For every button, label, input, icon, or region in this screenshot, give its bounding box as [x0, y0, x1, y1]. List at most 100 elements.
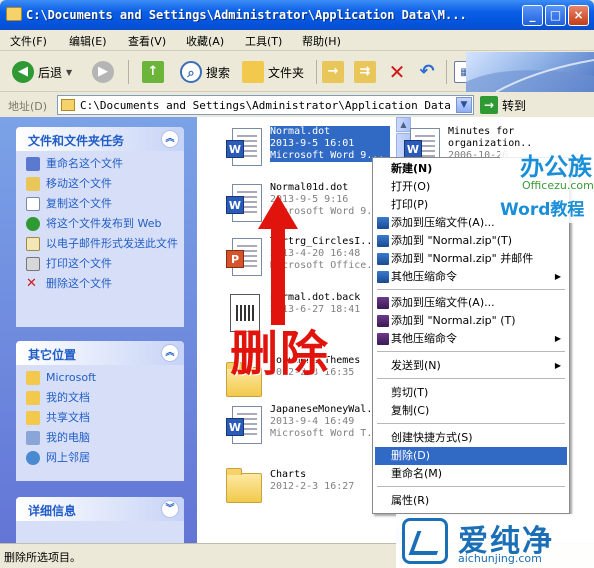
- address-label: 地址(D): [8, 100, 48, 113]
- explorer-window: C:\Documents and Settings\Administrator\…: [0, 0, 594, 568]
- archive-books-icon: [377, 315, 389, 327]
- ctx-properties[interactable]: 属性(R): [375, 492, 567, 510]
- maximize-button[interactable]: □: [545, 5, 566, 26]
- ctx-add-normal-zip-2[interactable]: 添加到 "Normal.zip" (T): [375, 312, 567, 330]
- task-rename[interactable]: 重命名这个文件: [26, 157, 184, 171]
- title-bar[interactable]: C:\Documents and Settings\Administrator\…: [0, 0, 594, 30]
- menu-help[interactable]: 帮助(H): [302, 33, 341, 49]
- delete-x-icon: ✕: [388, 60, 406, 84]
- folder-icon: [61, 99, 75, 111]
- rename-icon: [26, 157, 40, 171]
- copy-to-button[interactable]: ⇉: [354, 60, 376, 84]
- expand-chevron-icon[interactable]: ︾: [161, 500, 179, 518]
- task-email[interactable]: 以电子邮件形式发送此文件: [26, 237, 184, 251]
- other-places-panel: 其它位置 ︽ Microsoft 我的文档 共享文档 我的电脑 网上邻居: [16, 341, 184, 481]
- ctx-add-archive-2[interactable]: 添加到压缩文件(A)...: [375, 294, 567, 312]
- other-places-header[interactable]: 其它位置 ︽: [16, 341, 184, 365]
- email-icon: [26, 237, 40, 251]
- task-pane: 文件和文件夹任务 ︽ 重命名这个文件 移动这个文件 复制这个文件 将这个文件发布…: [0, 117, 197, 543]
- window-title: C:\Documents and Settings\Administrator\…: [26, 8, 467, 22]
- menu-tools[interactable]: 工具(T): [245, 33, 282, 49]
- forward-button[interactable]: ▶: [92, 60, 114, 84]
- ctx-other-compress-2[interactable]: 其他压缩命令 ▶: [375, 330, 567, 348]
- folders-button[interactable]: 文件夹: [242, 60, 304, 84]
- other-places-title: 其它位置: [28, 348, 77, 362]
- details-header[interactable]: 详细信息 ︾: [16, 497, 184, 521]
- ctx-send-to[interactable]: 发送到(N) ▶: [375, 357, 567, 375]
- word-document-icon: W: [226, 406, 262, 448]
- menu-separator: [377, 423, 565, 424]
- delete-annotation-label: 删除: [230, 326, 331, 382]
- ctx-add-normal-zip[interactable]: 添加到 "Normal.zip"(T): [375, 232, 567, 250]
- collapse-chevron-icon[interactable]: ︽: [161, 130, 179, 148]
- file-tasks-header[interactable]: 文件和文件夹任务 ︽: [16, 127, 184, 151]
- archive-books-icon: [377, 297, 389, 309]
- delete-button[interactable]: ✕: [386, 60, 408, 84]
- winrar-icon: [377, 235, 389, 247]
- menu-favorites[interactable]: 收藏(A): [186, 33, 224, 49]
- place-my-computer[interactable]: 我的电脑: [26, 431, 184, 445]
- back-arrow-icon: ◀: [12, 61, 34, 83]
- move-icon: [26, 177, 40, 191]
- menu-file[interactable]: 文件(F): [10, 33, 47, 49]
- task-move[interactable]: 移动这个文件: [26, 177, 184, 191]
- file-tasks-panel: 文件和文件夹任务 ︽ 重命名这个文件 移动这个文件 复制这个文件 将这个文件发布…: [16, 127, 184, 327]
- menu-edit[interactable]: 编辑(E): [69, 33, 107, 49]
- word-document-icon: W: [226, 128, 262, 170]
- toolbar-banner-image: [466, 52, 594, 92]
- ctx-create-shortcut[interactable]: 创建快捷方式(S): [375, 429, 567, 447]
- winrar-icon: [377, 253, 389, 265]
- folders-icon: [242, 61, 264, 83]
- copy-icon: [26, 197, 40, 211]
- undo-icon: ↶: [419, 61, 435, 82]
- place-my-documents[interactable]: 我的文档: [26, 391, 184, 405]
- folder-item-charts[interactable]: Charts 2012-2-3 16:27: [226, 461, 376, 517]
- computer-icon: [26, 431, 40, 445]
- details-panel: 详细信息 ︾: [16, 497, 184, 543]
- ctx-add-zip-email[interactable]: 添加到 "Normal.zip" 并邮件: [375, 250, 567, 268]
- place-shared-documents[interactable]: 共享文档: [26, 411, 184, 425]
- task-delete[interactable]: ✕ 删除这个文件: [26, 277, 184, 290]
- ctx-cut[interactable]: 剪切(T): [375, 384, 567, 402]
- move-to-button[interactable]: →: [322, 60, 344, 84]
- close-button[interactable]: ×: [568, 5, 589, 26]
- task-publish-web[interactable]: 将这个文件发布到 Web: [26, 217, 184, 231]
- minimize-button[interactable]: _: [522, 5, 543, 26]
- file-item-japanese-money[interactable]: W JapaneseMoneyWal...2013-9-4 16:49Micro…: [226, 404, 376, 460]
- watermark-top-url: Officezu.com: [522, 179, 594, 192]
- place-network[interactable]: 网上邻居: [26, 451, 184, 465]
- aichunjing-logo-icon: [402, 518, 448, 564]
- address-input[interactable]: C:\Documents and Settings\Administrator\…: [57, 95, 474, 115]
- undo-button[interactable]: ↶: [416, 60, 438, 84]
- back-button[interactable]: ◀ 后退 ▼: [12, 60, 72, 84]
- search-button[interactable]: ⌕ 搜索: [180, 60, 230, 84]
- address-dropdown-icon[interactable]: ▼: [456, 97, 472, 113]
- file-item-normal-dot[interactable]: W Normal.dot 2013-9-5 16:01 Microsoft Word…: [226, 126, 396, 182]
- details-title: 详细信息: [28, 504, 77, 518]
- shared-folder-icon: [26, 411, 40, 425]
- printer-icon: [26, 257, 40, 271]
- go-button[interactable]: → 转到: [480, 96, 526, 114]
- task-print[interactable]: 打印这个文件: [26, 257, 184, 271]
- go-label: 转到: [502, 98, 527, 113]
- up-folder-button[interactable]: ↑: [142, 60, 164, 84]
- globe-icon: [26, 217, 40, 231]
- back-label: 后退: [38, 65, 63, 80]
- menu-view[interactable]: 查看(V): [128, 33, 166, 49]
- ctx-copy[interactable]: 复制(C): [375, 402, 567, 420]
- aichunjing-watermark: 爱纯净 aichunjing.com: [396, 514, 594, 568]
- task-copy[interactable]: 复制这个文件: [26, 197, 184, 211]
- status-text: 删除所选项目。: [4, 551, 81, 564]
- place-microsoft[interactable]: Microsoft: [26, 371, 184, 385]
- ctx-rename[interactable]: 重命名(M): [375, 465, 567, 483]
- file-item-tertrg-circles[interactable]: P Tertrg_CirclesI... 2013-4-20 16:48 Micro…: [226, 236, 376, 292]
- office-document-icon: P: [226, 238, 262, 280]
- ctx-delete[interactable]: 删除(D): [375, 447, 567, 465]
- winrar-icon: [377, 217, 389, 229]
- menu-bar: 文件(F) 编辑(E) 查看(V) 收藏(A) 工具(T) 帮助(H): [0, 30, 594, 81]
- menu-separator: [377, 378, 565, 379]
- collapse-chevron-icon[interactable]: ︽: [161, 344, 179, 362]
- file-item-normal01d-dot[interactable]: W Normal01d.dot 2013-9-5 9:16 Microsoft Wo…: [226, 182, 376, 238]
- ctx-other-compress[interactable]: 其他压缩命令 ▶: [375, 268, 567, 286]
- toolbar-separator: [128, 60, 129, 84]
